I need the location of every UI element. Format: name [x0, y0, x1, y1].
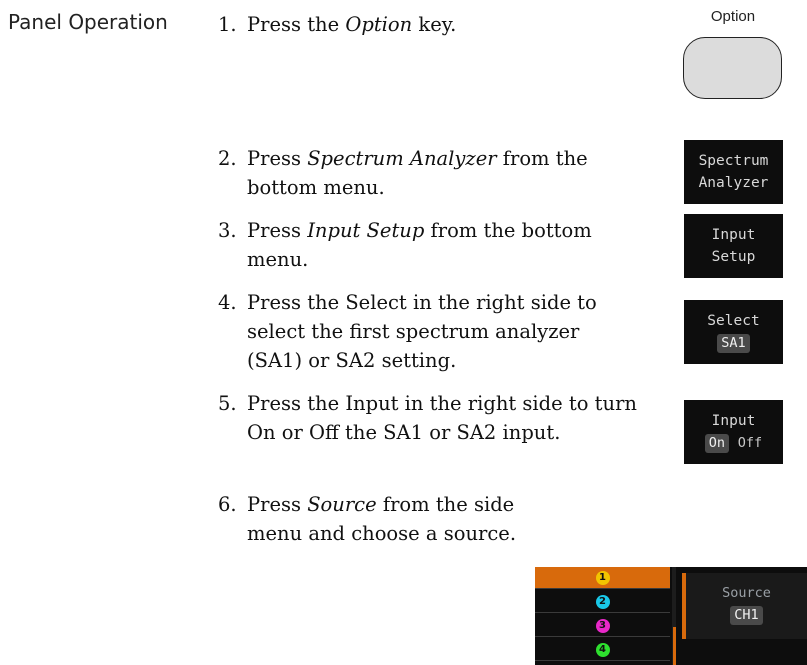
step-4: 4. Press the Select in the right side to…: [218, 291, 597, 372]
input-on-badge: On: [704, 434, 730, 453]
section-label: Panel Operation: [8, 10, 168, 34]
menu-accent-bar: [673, 627, 676, 665]
step-5: 5. Press the Input in the right side to …: [218, 392, 637, 444]
input-setup-softkey[interactable]: Input Setup: [684, 214, 783, 278]
source-softkey[interactable]: Source CH1: [682, 573, 807, 639]
select-softkey[interactable]: Select SA1: [684, 300, 783, 364]
select-value-badge: SA1: [717, 334, 750, 353]
channel-item-1[interactable]: 1: [535, 567, 670, 589]
step-6: 6. Press Source from the side menu and c…: [218, 493, 517, 545]
option-key-caption: Option: [710, 8, 756, 25]
step-2: 2. Press Spectrum Analyzer from the bott…: [218, 147, 588, 199]
channel-item-2[interactable]: 2: [535, 591, 670, 613]
channel-3-icon: 3: [595, 618, 610, 633]
channel-item-4[interactable]: 4: [535, 639, 670, 661]
channel-4-icon: 4: [595, 642, 610, 657]
channel-list: 1 2 3 4: [535, 567, 670, 665]
input-toggle-softkey[interactable]: Input On Off: [684, 400, 783, 464]
step-3: 3. Press Input Setup from the bottom men…: [218, 219, 592, 271]
step-1: 1. Press the Option key.: [218, 13, 457, 36]
channel-source-menu: 1 2 3 4 Source CH1: [535, 567, 807, 665]
channel-2-icon: 2: [595, 594, 610, 609]
option-key-button[interactable]: [683, 37, 782, 99]
source-value-badge: CH1: [730, 606, 763, 625]
spectrum-analyzer-softkey[interactable]: Spectrum Analyzer: [684, 140, 783, 204]
channel-1-icon: 1: [595, 570, 610, 585]
channel-item-3[interactable]: 3: [535, 615, 670, 637]
input-off-label: Off: [737, 435, 763, 451]
